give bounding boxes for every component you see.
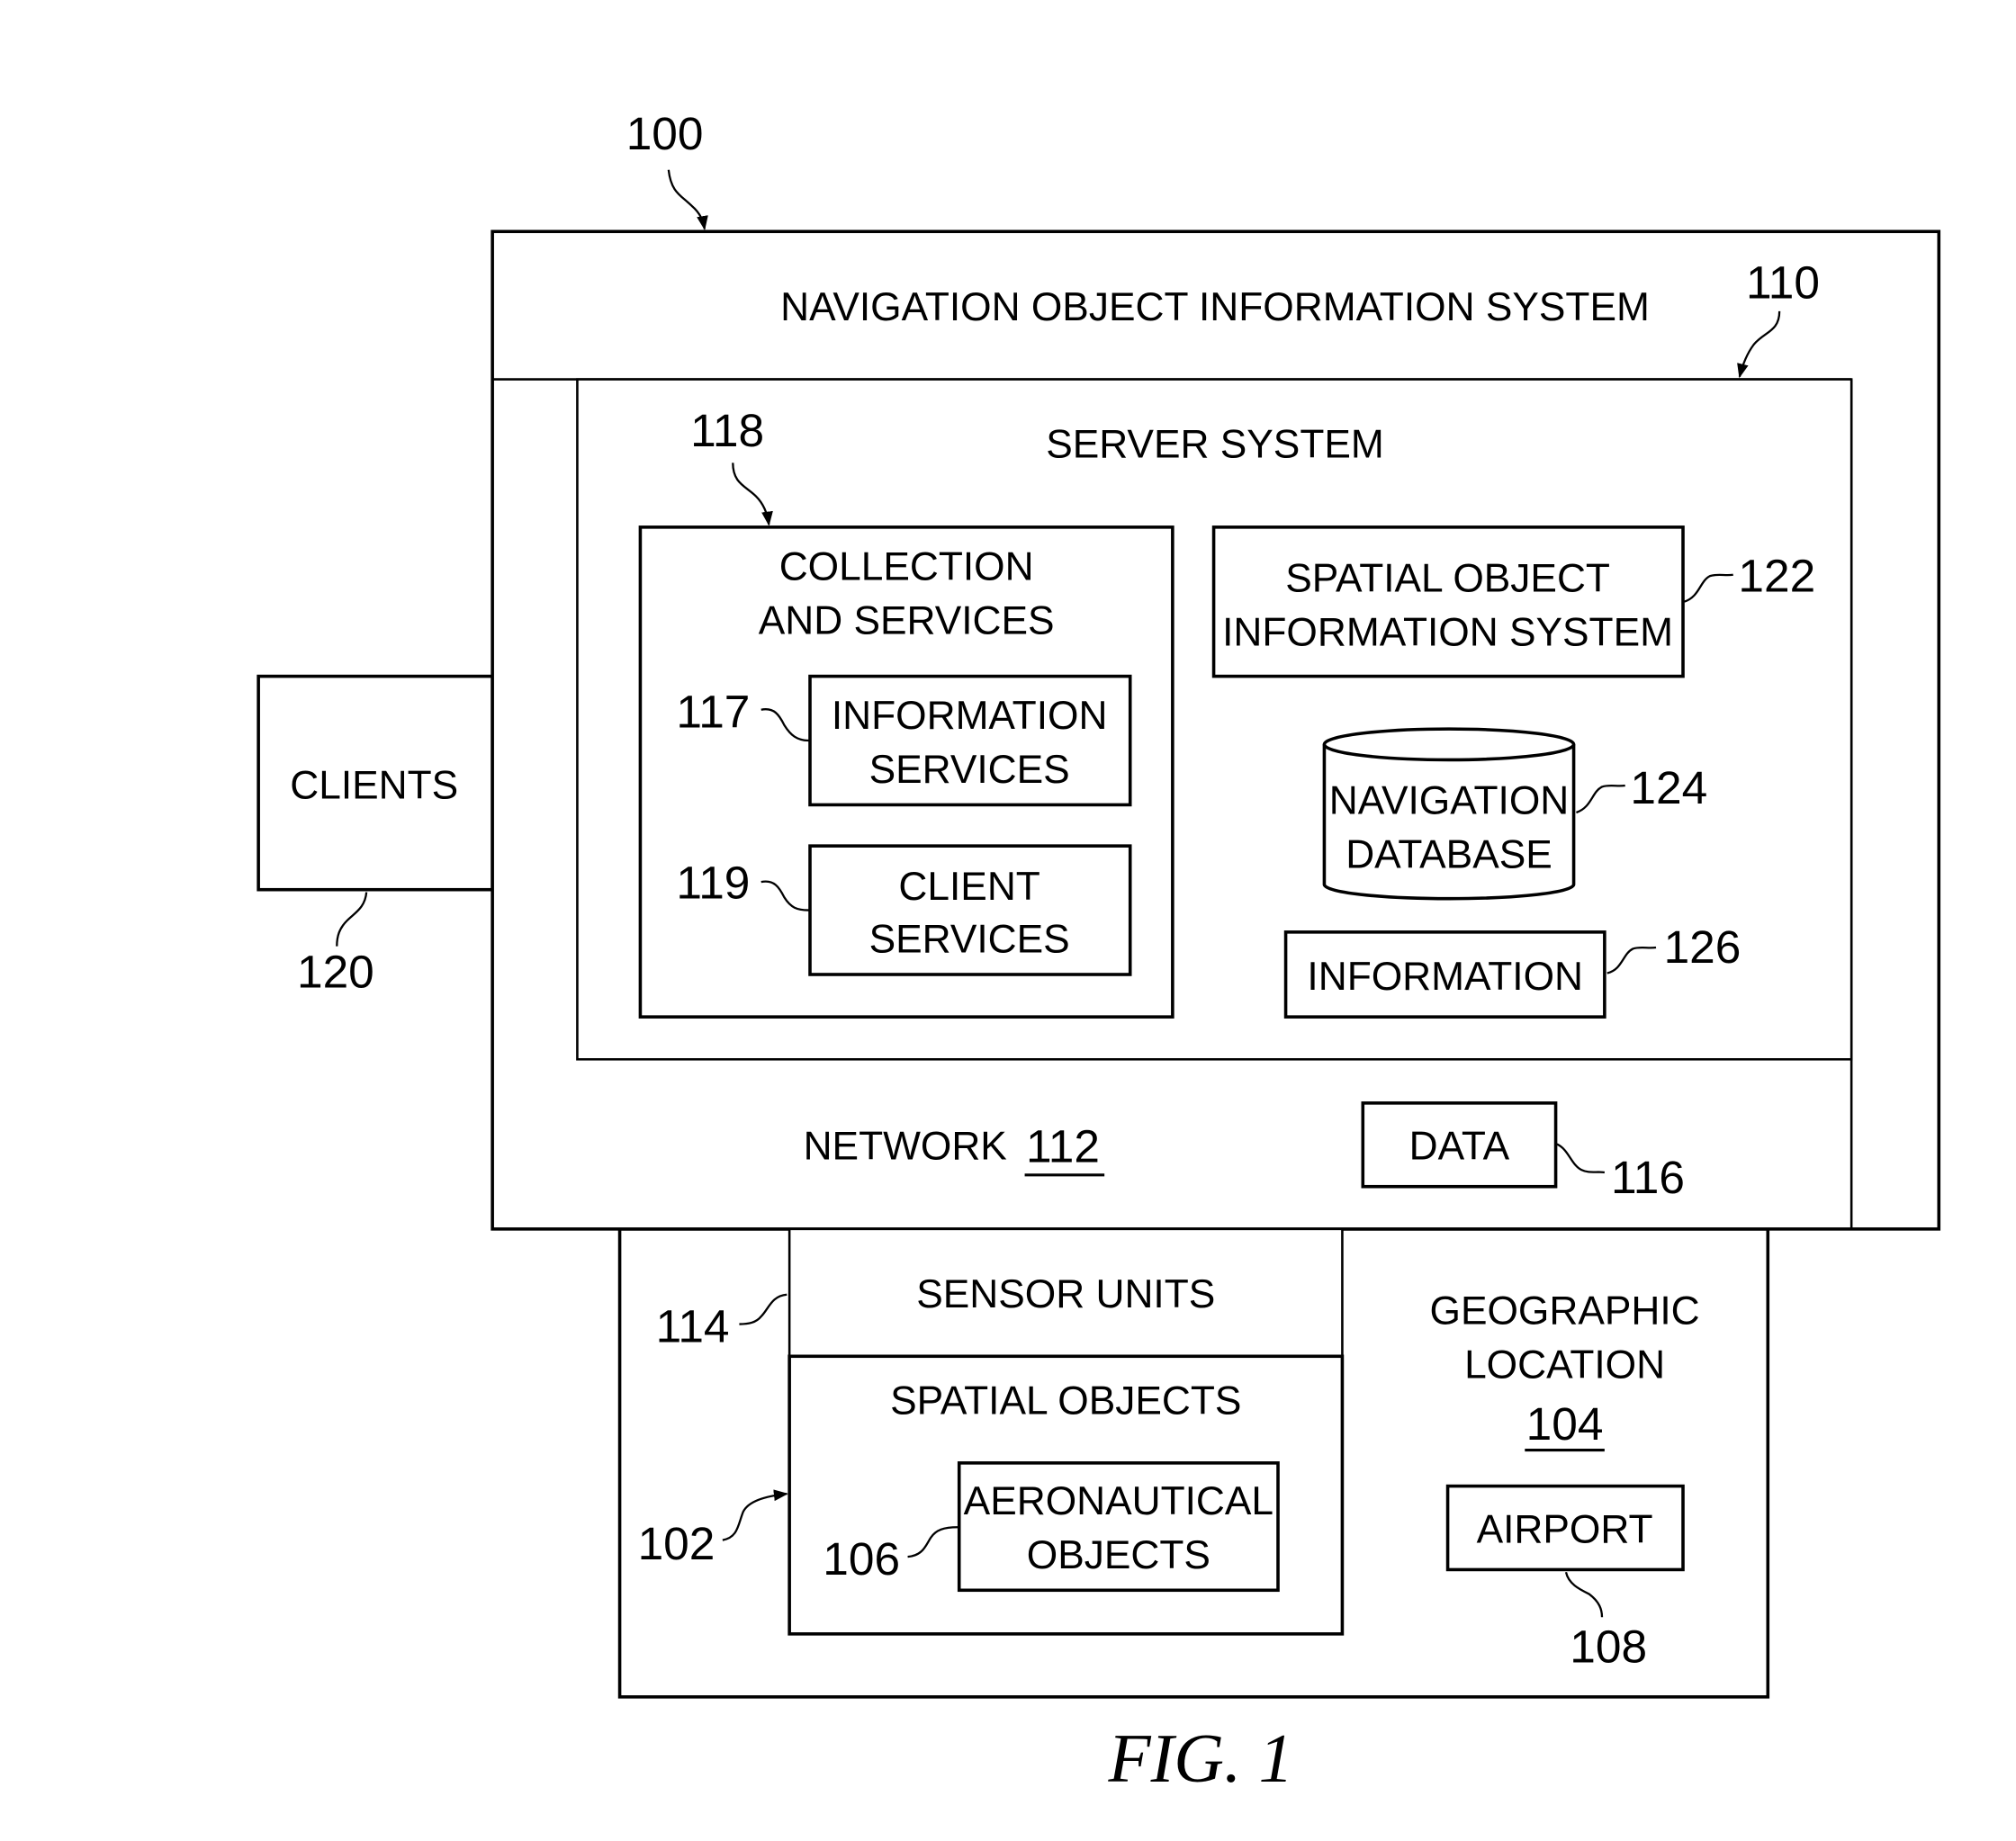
- ref-114-label: 114: [656, 1300, 730, 1352]
- client-services-line2: SERVICES: [869, 918, 1070, 962]
- airport-box: AIRPORT: [1445, 1484, 1685, 1572]
- ref-102-label: 102: [638, 1517, 716, 1569]
- ref-106-label: 106: [823, 1532, 900, 1585]
- ref-116-label: 116: [1611, 1151, 1685, 1203]
- network-ref: 112: [1026, 1120, 1100, 1172]
- aero-line2: OBJECTS: [1027, 1533, 1210, 1577]
- navigation-database-cylinder: NAVIGATION DATABASE: [1322, 727, 1576, 901]
- ref-120: 120: [297, 892, 374, 997]
- spatial-info-line1: SPATIAL OBJECT: [1285, 556, 1610, 600]
- information-label: INFORMATION: [1307, 955, 1583, 999]
- ref-122-label: 122: [1738, 549, 1815, 601]
- figure-caption: FIG. 1: [1107, 1720, 1293, 1797]
- ref-108-label: 108: [1570, 1620, 1647, 1672]
- nav-db-line2: DATABASE: [1346, 832, 1552, 876]
- information-box: INFORMATION: [1283, 930, 1606, 1019]
- server-system-label: SERVER SYSTEM: [1046, 423, 1384, 467]
- spatial-info-line2: INFORMATION SYSTEM: [1222, 610, 1673, 654]
- aeronautical-objects-box: AERONAUTICAL OBJECTS: [957, 1461, 1280, 1593]
- ref-126-label: 126: [1664, 920, 1742, 973]
- spatial-object-information-system-box: SPATIAL OBJECT INFORMATION SYSTEM: [1211, 525, 1685, 678]
- info-services-line2: SERVICES: [869, 748, 1070, 792]
- geo-ref: 104: [1526, 1397, 1604, 1450]
- aero-line1: AERONAUTICAL: [964, 1479, 1274, 1523]
- data-box: DATA: [1361, 1101, 1558, 1189]
- ref-117-label: 117: [676, 686, 750, 738]
- ref-120-label: 120: [297, 945, 374, 997]
- ref-119-label: 119: [676, 857, 750, 909]
- network-label: NETWORK: [804, 1125, 1008, 1169]
- nav-db-line1: NAVIGATION: [1329, 778, 1569, 822]
- collection-label-line2: AND SERVICES: [759, 598, 1055, 642]
- clients-box: CLIENTS: [256, 674, 494, 892]
- sensor-units-label: SENSOR UNITS: [916, 1272, 1215, 1316]
- geo-line2: LOCATION: [1464, 1343, 1665, 1387]
- clients-label: CLIENTS: [290, 763, 458, 807]
- ref-100-label: 100: [626, 107, 704, 159]
- ref-124-label: 124: [1630, 761, 1707, 813]
- client-services-line1: CLIENT: [898, 865, 1040, 909]
- network-label-group: NETWORK 112: [804, 1120, 1105, 1177]
- ref-100: 100: [626, 107, 708, 231]
- collection-label-line1: COLLECTION: [779, 544, 1034, 588]
- patent-diagram: CLIENTS NAVIGATION OBJECT INFORMATION SY…: [256, 107, 1941, 1797]
- nav-system-label: NAVIGATION OBJECT INFORMATION SYSTEM: [780, 285, 1650, 329]
- ref-110-label: 110: [1746, 256, 1820, 309]
- ref-118-label: 118: [690, 404, 764, 456]
- spatial-objects-label: SPATIAL OBJECTS: [890, 1379, 1241, 1423]
- sensor-units-box: SENSOR UNITS: [788, 1227, 1344, 1358]
- data-label: DATA: [1409, 1125, 1510, 1169]
- airport-label: AIRPORT: [1477, 1507, 1653, 1551]
- information-services-box: INFORMATION SERVICES: [808, 674, 1132, 807]
- client-services-box: CLIENT SERVICES: [808, 844, 1132, 976]
- geo-line1: GEOGRAPHIC: [1430, 1289, 1700, 1334]
- info-services-line1: INFORMATION: [832, 694, 1108, 738]
